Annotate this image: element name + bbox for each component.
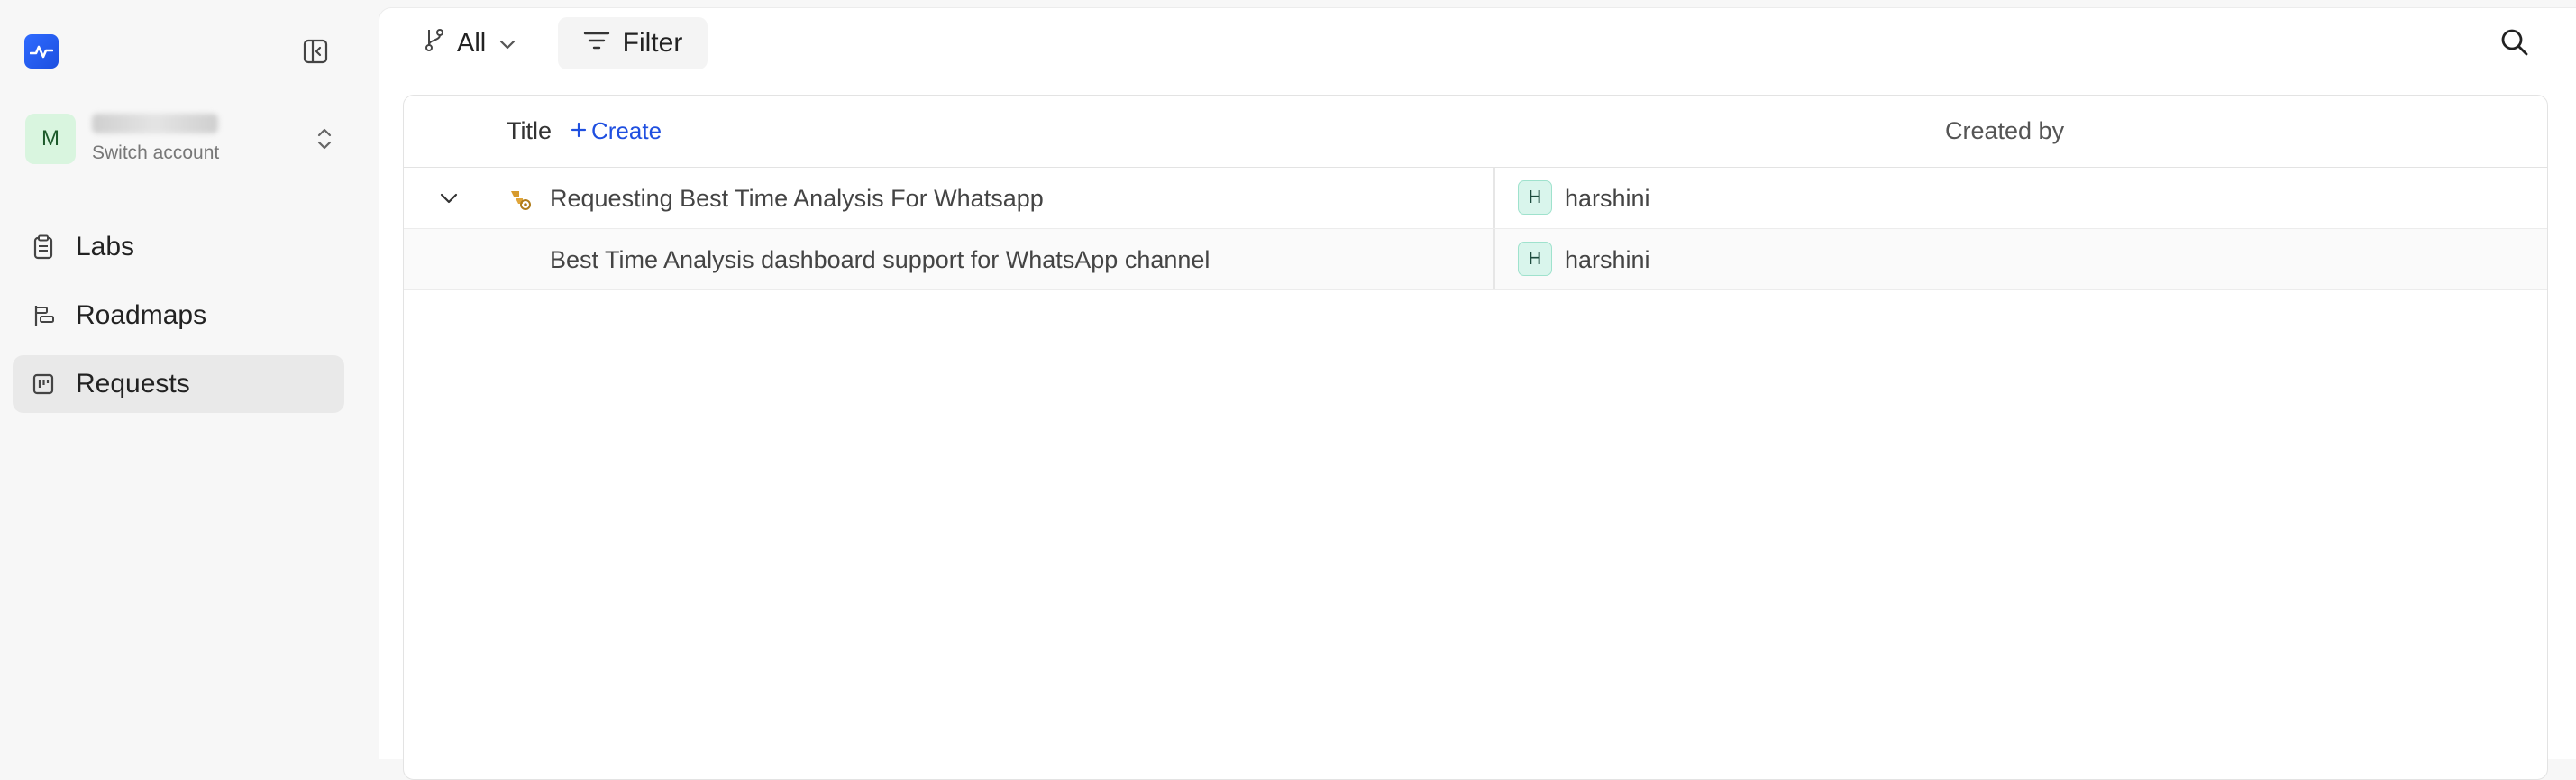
roadmap-icon bbox=[31, 303, 56, 328]
sidebar-item-label: Roadmaps bbox=[76, 300, 207, 330]
table-row[interactable]: Best Time Analysis dashboard support for… bbox=[404, 229, 2547, 290]
account-name-redacted bbox=[92, 114, 218, 133]
column-divider bbox=[1493, 168, 1495, 228]
toolbar: All Filter bbox=[379, 8, 2576, 78]
filter-button[interactable]: Filter bbox=[558, 17, 708, 69]
sidebar-item-requests[interactable]: Requests bbox=[13, 355, 344, 413]
sidebar-nav: Labs Roadmaps Requests bbox=[13, 218, 344, 424]
account-switcher[interactable]: M Switch account bbox=[25, 106, 337, 171]
requests-table: Title Create Created by Requesting Best … bbox=[403, 95, 2548, 780]
column-header-created-by: Created by bbox=[1945, 117, 2065, 144]
table-row[interactable]: Requesting Best Time Analysis For Whatsa… bbox=[404, 168, 2547, 229]
avatar: M bbox=[25, 114, 76, 164]
branch-dropdown[interactable]: All bbox=[425, 24, 516, 62]
request-type-icon bbox=[507, 186, 532, 211]
chevron-up-down-icon bbox=[312, 125, 337, 152]
chevron-down-icon bbox=[498, 29, 516, 59]
main-panel: All Filter Title Create Created by Reque… bbox=[379, 7, 2576, 780]
filter-icon bbox=[583, 28, 610, 59]
create-label: Create bbox=[591, 117, 662, 144]
clipboard-icon bbox=[31, 234, 56, 260]
board-icon bbox=[31, 372, 56, 397]
row-title: Best Time Analysis dashboard support for… bbox=[550, 246, 1210, 273]
row-title: Requesting Best Time Analysis For Whatsa… bbox=[550, 185, 1044, 212]
column-header-title: Title bbox=[507, 117, 553, 144]
sidebar-item-label: Requests bbox=[76, 369, 190, 399]
search-icon[interactable] bbox=[2497, 24, 2533, 60]
created-by-name: harshini bbox=[1565, 246, 1650, 273]
sidebar-item-labs[interactable]: Labs bbox=[13, 218, 344, 276]
plus-icon bbox=[570, 117, 588, 145]
create-button[interactable]: Create bbox=[570, 117, 662, 145]
avatar: H bbox=[1518, 180, 1552, 215]
chevron-down-icon[interactable] bbox=[436, 186, 461, 211]
account-info: Switch account bbox=[92, 114, 312, 164]
filter-label: Filter bbox=[622, 28, 683, 58]
app-root: M Switch account Labs Roadmaps Requests … bbox=[0, 0, 2576, 780]
sidebar: M Switch account Labs Roadmaps Requests bbox=[0, 0, 379, 759]
collapse-sidebar-icon[interactable] bbox=[298, 34, 333, 69]
branch-label: All bbox=[457, 28, 487, 58]
switch-account-label: Switch account bbox=[92, 142, 220, 163]
table-header: Title Create Created by bbox=[404, 96, 2547, 168]
sidebar-item-label: Labs bbox=[76, 232, 135, 262]
app-logo-icon[interactable] bbox=[24, 34, 59, 69]
sidebar-item-roadmaps[interactable]: Roadmaps bbox=[13, 287, 344, 344]
branch-icon bbox=[425, 27, 444, 60]
column-divider bbox=[1493, 229, 1495, 289]
created-by-name: harshini bbox=[1565, 185, 1650, 212]
avatar: H bbox=[1518, 242, 1552, 276]
